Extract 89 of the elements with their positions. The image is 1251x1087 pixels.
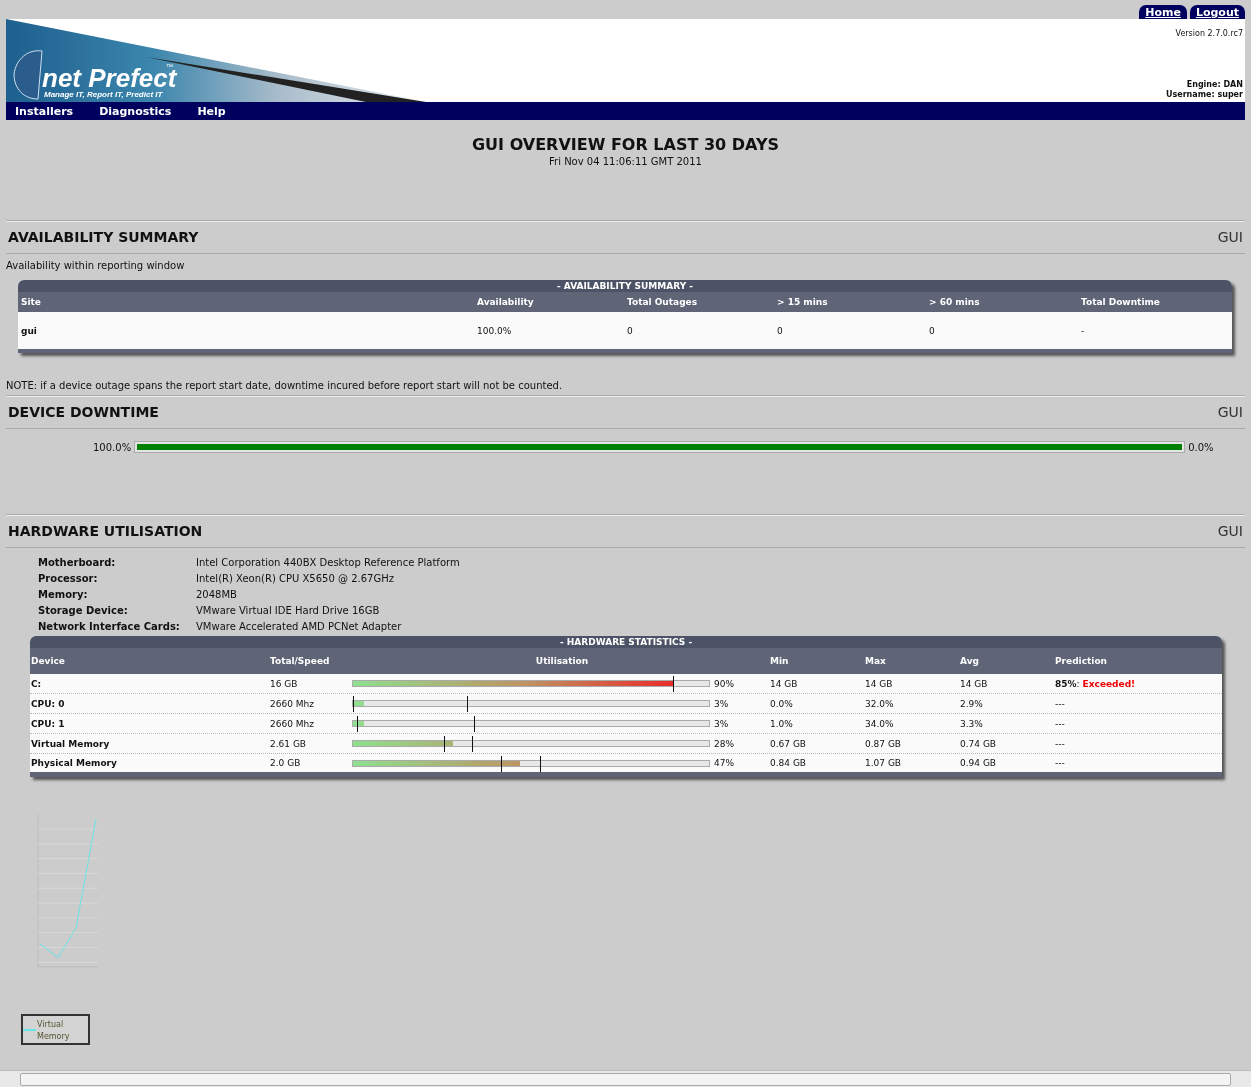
column-header: Utilisation <box>534 656 590 666</box>
prediction-value: 85%: <box>1055 678 1080 689</box>
info-label: Network Interface Cards: <box>38 620 181 634</box>
column-header: > 15 mins <box>777 297 829 307</box>
table-cell: 3% <box>714 698 729 709</box>
table-cell-text: 16 GB <box>270 678 299 689</box>
table-cell-text: gui <box>21 325 38 336</box>
table-cell: 90% <box>714 678 734 689</box>
prediction-value: --- <box>1055 758 1065 768</box>
table-cell-text: 2.61 GB <box>270 738 308 749</box>
prediction-value: --- <box>1055 698 1065 709</box>
horizontal-scrollbar[interactable] <box>0 1070 1251 1087</box>
legend-label: Virtual Memory <box>37 1019 71 1043</box>
info-value: Intel(R) Xeon(R) CPU X5650 @ 2.67GHz <box>196 572 395 586</box>
table-cell-text: 0.94 GB <box>960 758 998 768</box>
section-heading: HARDWARE UTILISATION <box>8 523 203 539</box>
menu-item[interactable]: Installers <box>15 104 74 118</box>
column-header: Total Downtime <box>1081 297 1161 307</box>
table-cell-text: 14 GB <box>865 678 894 689</box>
info-value: VMware Virtual IDE Hard Drive 16GB <box>196 604 381 618</box>
table-cell-text: 0.87 GB <box>865 738 903 749</box>
column-header: Total Outages <box>627 297 699 307</box>
table-cell-text: 0 <box>929 325 936 336</box>
menu-item[interactable]: Help <box>197 104 226 118</box>
table-cell-text: 14 GB <box>770 678 799 689</box>
engine-label: Engine: DAN <box>1186 80 1243 90</box>
table-cell-text: 3.3% <box>960 718 984 729</box>
table-title: - HARDWARE STATISTICS - <box>30 636 1222 648</box>
column-header: Total/Speed <box>270 656 331 666</box>
table-cell-text: Virtual Memory <box>31 738 111 749</box>
column-header: Site <box>21 297 42 307</box>
prediction-status: Exceeded! <box>1082 678 1136 689</box>
nav-tab[interactable]: Logout <box>1189 5 1245 19</box>
device-label: GUI <box>1217 404 1243 420</box>
column-header: Prediction <box>1055 656 1108 666</box>
info-label: Memory: <box>38 588 89 602</box>
info-label: Motherboard: <box>38 556 117 570</box>
page-title: GUI OVERVIEW FOR LAST 30 DAYS <box>471 135 780 154</box>
table-cell-text: 0.67 GB <box>770 738 808 749</box>
table-cell-text: 14 GB <box>960 678 989 689</box>
username-label: Username: super <box>1165 90 1243 100</box>
table-cell-text: 2660 Mhz <box>270 698 315 709</box>
table-cell: 47% <box>714 758 734 768</box>
section-heading: AVAILABILITY SUMMARY <box>8 229 199 245</box>
info-value: VMware Accelerated AMD PCNet Adapter <box>196 620 403 634</box>
table-cell-text: CPU: 1 <box>31 718 66 729</box>
table-cell-text: 0 <box>627 325 634 336</box>
table-cell-text: 1.07 GB <box>865 758 903 768</box>
table-cell-text: 34.0% <box>865 718 895 729</box>
report-date: Fri Nov 04 11:06:11 GMT 2011 <box>548 156 703 167</box>
column-header: > 60 mins <box>929 297 981 307</box>
table-cell-text: 1.0% <box>770 718 794 729</box>
nav-tab[interactable]: Home <box>1139 5 1187 19</box>
column-header: Min <box>770 656 790 666</box>
column-header: Avg <box>960 656 980 666</box>
column-header: Device <box>31 656 66 666</box>
column-header: Availability <box>477 297 535 307</box>
device-label: GUI <box>1217 229 1243 245</box>
table-cell-text: 0.84 GB <box>770 758 808 768</box>
table-title: - AVAILABILITY SUMMARY - <box>18 280 1232 292</box>
section-heading: DEVICE DOWNTIME <box>8 404 159 420</box>
prediction-value: --- <box>1055 718 1065 729</box>
prediction-value: --- <box>1055 738 1065 749</box>
table-cell: 28% <box>714 738 734 749</box>
table-cell-text: 2660 Mhz <box>270 718 315 729</box>
version-label: Version 2.7.0.rc7 <box>1175 29 1243 40</box>
table-cell-text: C: <box>31 678 43 689</box>
table-cell-text: - <box>1081 325 1086 336</box>
table-cell-text: 0 <box>777 325 784 336</box>
device-label: GUI <box>1217 523 1243 539</box>
table-cell: 3% <box>714 718 729 729</box>
column-header: Max <box>865 656 887 666</box>
uptime-percent: 100.0% <box>93 441 132 453</box>
table-cell-text: Physical Memory <box>31 758 118 768</box>
table-cell-text: 0.0% <box>770 698 794 709</box>
info-value: Intel Corporation 440BX Desktop Reference Platform <box>196 556 461 570</box>
info-label: Storage Device: <box>38 604 129 618</box>
table-cell-text: 2.0 GB <box>270 758 302 768</box>
table-cell-text: 32.0% <box>865 698 895 709</box>
info-value: 2048MB <box>196 588 238 602</box>
table-cell-text: CPU: 0 <box>31 698 66 709</box>
table-cell-text: 0.74 GB <box>960 738 998 749</box>
table-cell-text: 2.9% <box>960 698 984 709</box>
table-cell-text: 100.0% <box>477 325 513 336</box>
info-label: Processor: <box>38 572 99 586</box>
note-text: NOTE: if a device outage spans the report start date, downtime incured before report start will not be counted. <box>6 380 564 391</box>
section-description: Availability within reporting window <box>6 260 186 273</box>
downtime-percent: 0.0% <box>1188 441 1214 453</box>
menu-item[interactable]: Diagnostics <box>99 104 172 118</box>
